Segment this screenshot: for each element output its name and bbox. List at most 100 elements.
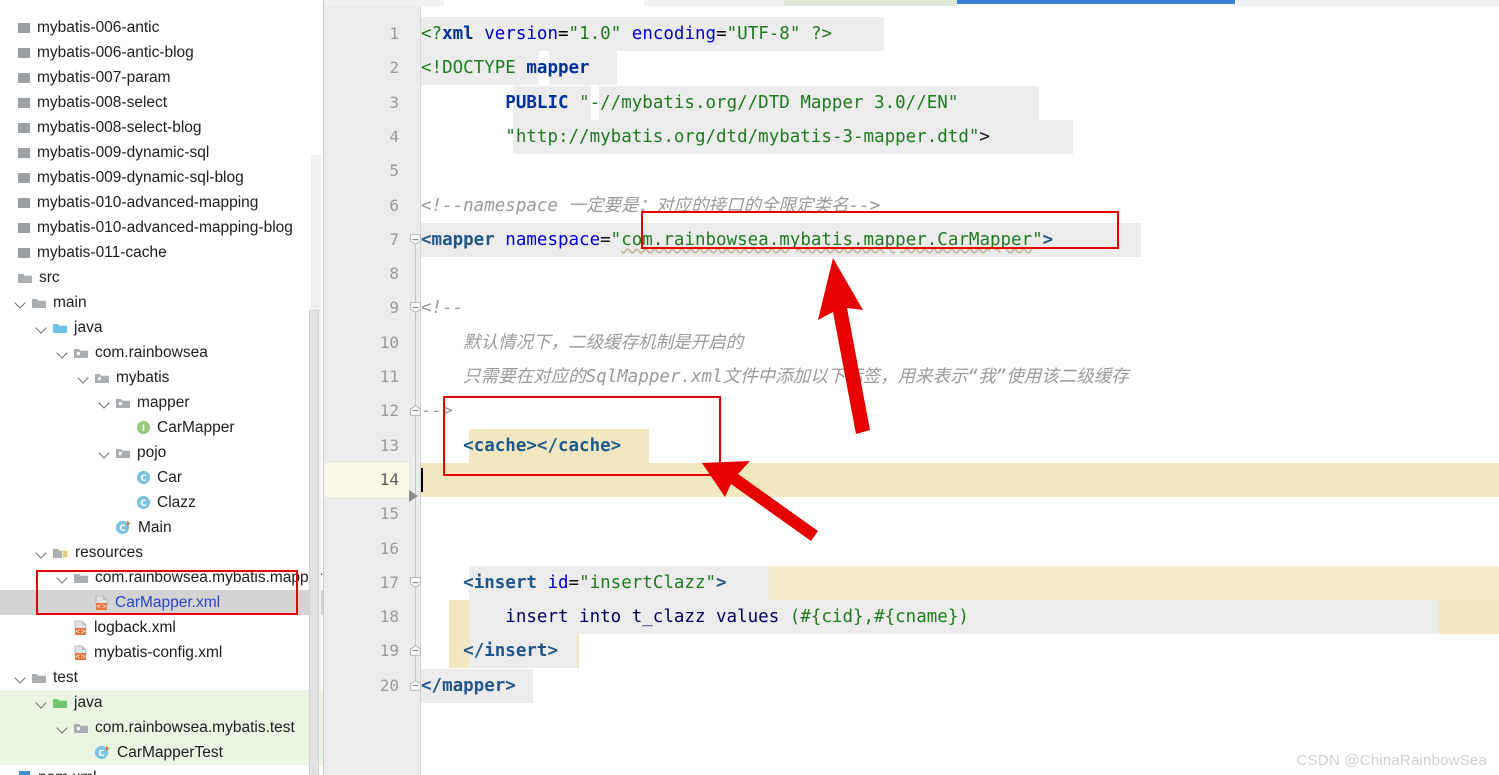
code-line-4[interactable]: "http://mybatis.org/dtd/mybatis-3-mapper… xyxy=(421,120,1499,154)
tree-item-label: CarMapper xyxy=(157,418,235,436)
code-line-17[interactable]: <insert id="insertClazz"> xyxy=(421,566,1499,600)
fold-region-end-icon-line-20[interactable] xyxy=(410,679,421,691)
code-token: " xyxy=(610,229,622,250)
chevron-down-icon[interactable] xyxy=(35,546,49,560)
tree-item-pojo[interactable]: pojo xyxy=(0,440,323,465)
tree-item-icon xyxy=(17,246,37,260)
gutter-run-marker-icon[interactable] xyxy=(409,489,418,502)
tree-item-com-rainbowsea[interactable]: com.rainbowsea xyxy=(0,340,323,365)
tree-item-java[interactable]: java xyxy=(0,690,323,715)
code-line-1[interactable]: <?xml version="1.0" encoding="UTF-8" ?> xyxy=(421,17,1499,51)
tree-item-mybatis-009-dynamic-sql[interactable]: mybatis-009-dynamic-sql xyxy=(0,140,323,165)
tree-item-icon xyxy=(31,671,53,685)
fold-collapse-icon-line-7[interactable] xyxy=(410,233,421,245)
code-token: insert into t_clazz values xyxy=(505,607,790,628)
chevron-down-icon[interactable] xyxy=(56,571,70,585)
tree-item-mybatis-008-select[interactable]: mybatis-008-select xyxy=(0,90,323,115)
line-number-20: 20 xyxy=(379,675,399,695)
chevron-down-icon[interactable] xyxy=(35,321,49,335)
tree-item-com-rainbowsea-mybatis-test[interactable]: com.rainbowsea.mybatis.test xyxy=(0,715,323,740)
line-number-10: 10 xyxy=(379,332,399,352)
chevron-down-icon[interactable] xyxy=(77,371,91,385)
tree-item-mybatis-008-select-blog[interactable]: mybatis-008-select-blog xyxy=(0,115,323,140)
code-line-9[interactable]: <!-- xyxy=(421,291,1499,325)
tree-item-carmapper[interactable]: I CarMapper xyxy=(0,415,323,440)
tree-item-label: pojo xyxy=(137,443,167,461)
tree-item-clazz[interactable]: C Clazz xyxy=(0,490,323,515)
line-number-16: 16 xyxy=(379,538,399,558)
fold-region-end-icon-line-19[interactable] xyxy=(410,645,421,657)
tree-item-icon xyxy=(17,146,37,160)
code-editor[interactable]: 1 2 3 4 5 6 7 8 9 10 11 12 13 14 15 16 17 18 19 20 <?xml ve… xyxy=(324,6,1499,775)
tree-item-icon: <> xyxy=(73,620,94,636)
tree-item-mybatis[interactable]: mybatis xyxy=(0,365,323,390)
fold-region-end-icon-line-12[interactable] xyxy=(410,405,421,417)
code-line-20[interactable]: </mapper> xyxy=(421,669,1499,703)
tree-item-icon xyxy=(17,46,37,60)
fold-collapse-icon-line-9[interactable] xyxy=(410,302,421,314)
tree-item-main[interactable]: main xyxy=(0,290,323,315)
tree-item-mybatis-006-antic[interactable]: mybatis-006-antic xyxy=(0,15,323,40)
class-icon: C xyxy=(136,470,151,485)
code-line-6[interactable]: <!--namespace 一定要是：对应的接口的全限定类名--> xyxy=(421,189,1499,223)
tree-item-mybatis-011-cache[interactable]: mybatis-011-cache xyxy=(0,240,323,265)
tree-item-label: CarMapperTest xyxy=(117,743,223,761)
chevron-down-icon[interactable] xyxy=(98,446,112,460)
sidebar-scrollbar-track[interactable] xyxy=(309,155,321,775)
editor-gutter[interactable]: 1 2 3 4 5 6 7 8 9 10 11 12 13 14 15 16 17 18 19 20 xyxy=(324,6,421,775)
chevron-down-icon[interactable] xyxy=(35,696,49,710)
code-line-2[interactable]: <!DOCTYPE mapper xyxy=(421,51,1499,85)
code-token: </mapper> xyxy=(421,675,516,696)
tree-item-test[interactable]: test xyxy=(0,665,323,690)
code-line-3[interactable]: PUBLIC "-//mybatis.org//DTD Mapper 3.0//… xyxy=(421,86,1499,120)
tree-item-mybatis-010-advanced-mapping-blog[interactable]: mybatis-010-advanced-mapping-blog xyxy=(0,215,323,240)
tree-chevron-placeholder xyxy=(56,646,70,660)
tree-item-mybatis-010-advanced-mapping[interactable]: mybatis-010-advanced-mapping xyxy=(0,190,323,215)
code-token: "insertClazz" xyxy=(579,572,717,593)
tree-item-main[interactable]: C Main xyxy=(0,515,323,540)
code-line-13[interactable]: <cache></cache> xyxy=(421,429,1499,463)
code-line-10[interactable]: 默认情况下，二级缓存机制是开启的 xyxy=(421,326,1499,360)
tree-item-mybatis-007-param[interactable]: mybatis-007-param xyxy=(0,65,323,90)
code-line-12[interactable]: --> xyxy=(421,394,1499,428)
chevron-down-icon[interactable] xyxy=(14,671,28,685)
chevron-down-icon[interactable] xyxy=(56,346,70,360)
tree-chevron-placeholder xyxy=(0,221,14,235)
tree-item-mybatis-config-xml[interactable]: <> mybatis-config.xml xyxy=(0,640,323,665)
project-tree-panel[interactable]: mybatis-006-antic mybatis-006-antic-blog m… xyxy=(0,0,324,775)
code-token: <cache></cache> xyxy=(463,435,622,456)
folder-gray-icon xyxy=(32,298,46,308)
tree-item-mybatis-009-dynamic-sql-blog[interactable]: mybatis-009-dynamic-sql-blog xyxy=(0,165,323,190)
chevron-down-icon[interactable] xyxy=(14,296,28,310)
svg-text:C: C xyxy=(140,499,146,509)
code-token: SqlMapper.xml xyxy=(585,367,723,387)
tree-item-mapper[interactable]: mapper xyxy=(0,390,323,415)
tree-item-resources[interactable]: resources xyxy=(0,540,323,565)
chevron-down-icon[interactable] xyxy=(56,721,70,735)
tree-item-carmapper-xml[interactable]: <> CarMapper.xml xyxy=(0,590,323,615)
line-number-15: 15 xyxy=(379,504,399,524)
chevron-down-icon[interactable] xyxy=(98,396,112,410)
code-line-19[interactable]: </insert> xyxy=(421,634,1499,668)
code-line-7[interactable]: <mapper namespace="com.rainbowsea.mybati… xyxy=(421,223,1499,257)
tree-item-java[interactable]: java xyxy=(0,315,323,340)
sidebar-scrollbar-thumb[interactable] xyxy=(309,310,319,775)
tree-item-car[interactable]: C Car xyxy=(0,465,323,490)
tree-item-logback-xml[interactable]: <> logback.xml xyxy=(0,615,323,640)
tree-item-pom-xml[interactable]: m pom.xml xyxy=(0,765,323,775)
tree-item-com-rainbowsea-mybatis-mapper[interactable]: com.rainbowsea.mybatis.mapper xyxy=(0,565,323,590)
code-line-11[interactable]: 只需要在对应的SqlMapper.xml文件中添加以下标签，用来表示“我”使用该… xyxy=(421,360,1499,394)
tree-item-mybatis-006-antic-blog[interactable]: mybatis-006-antic-blog xyxy=(0,40,323,65)
tree-item-carmappertest[interactable]: C CarMapperTest xyxy=(0,740,323,765)
module-icon xyxy=(18,147,30,158)
fold-collapse-icon-line-17[interactable] xyxy=(410,576,421,588)
code-line-18[interactable]: insert into t_clazz values (#{cid},#{cna… xyxy=(421,600,1499,634)
tree-item-icon xyxy=(73,721,95,735)
code-token: "-//mybatis.org//DTD Mapper 3.0//EN" xyxy=(579,92,959,113)
tree-item-label: main xyxy=(53,293,87,311)
editor-fold-gutter[interactable] xyxy=(409,6,421,775)
line-number-14: 14 xyxy=(379,469,399,489)
code-text-area[interactable]: <?xml version="1.0" encoding="UTF-8" ?> <… xyxy=(421,6,1499,775)
code-token: <insert xyxy=(463,572,548,593)
tree-item-src[interactable]: src xyxy=(0,265,323,290)
